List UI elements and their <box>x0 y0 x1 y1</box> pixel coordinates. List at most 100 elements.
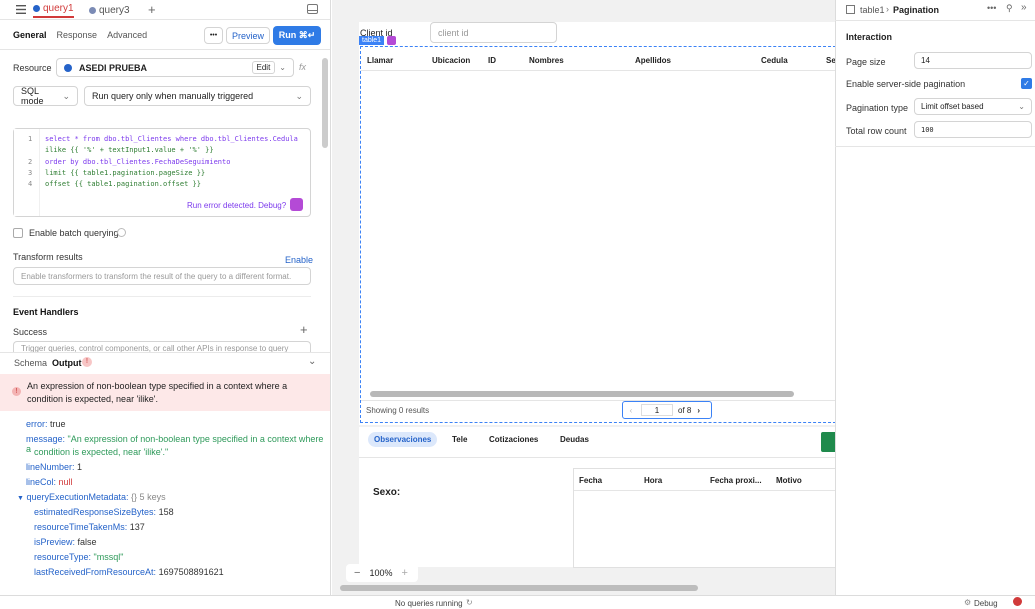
column-header[interactable]: Nombres <box>529 56 564 65</box>
value: 158 <box>158 507 174 517</box>
client-id-input[interactable]: client id <box>430 22 557 43</box>
page-size-label: Page size <box>846 57 886 67</box>
error-indicator-icon: ! <box>82 357 92 367</box>
pagination-type-value: Limit offset based <box>921 102 984 111</box>
value: "mssql" <box>93 552 124 562</box>
resource-select[interactable]: ASEDI PRUEBA Edit ⌄ <box>56 58 294 77</box>
key: isPreview: <box>34 537 76 547</box>
value: 137 <box>129 522 145 532</box>
page-size-input[interactable]: 14 <box>914 52 1032 69</box>
value: null <box>58 477 73 487</box>
add-tab-icon[interactable]: + <box>148 2 156 17</box>
column-header[interactable]: Fecha <box>579 476 602 485</box>
code-line: ilike {{ '%' + textInput1.value + '%' }} <box>45 146 214 154</box>
table-scrollbar[interactable] <box>370 391 794 397</box>
resource-value: ASEDI PRUEBA <box>79 62 148 73</box>
pagination-control[interactable]: ‹ 1 of 8 › <box>622 401 712 419</box>
tab-query3-label: query3 <box>99 4 130 16</box>
code-line: select * from dbo.tbl_Clientes where dbo… <box>45 135 298 143</box>
edit-resource-button[interactable]: Edit <box>251 61 276 74</box>
debug-assistant-icon[interactable] <box>290 198 303 211</box>
more-options-button[interactable]: ••• <box>204 27 223 44</box>
zoom-control: − 100% + <box>346 564 418 582</box>
transform-label: Transform results <box>13 252 83 262</box>
green-button[interactable] <box>821 432 835 452</box>
refresh-icon[interactable]: ↻ <box>466 598 473 607</box>
sub-table[interactable]: Fecha Hora Fecha proxi... Motivo <box>573 468 836 568</box>
table1[interactable] <box>360 46 836 423</box>
scrollbar[interactable] <box>322 58 328 148</box>
ai-icon[interactable] <box>387 36 396 45</box>
menu-icon[interactable] <box>16 5 26 14</box>
transform-placeholder: Enable transformers to transform the res… <box>21 271 292 281</box>
prev-page-icon[interactable]: ‹ <box>623 406 639 415</box>
enable-transform-link[interactable]: Enable <box>285 255 313 265</box>
tab-output[interactable]: Output <box>52 358 82 368</box>
output-row-linenumber: lineNumber: 1 <box>26 462 82 472</box>
zoom-in-icon[interactable]: + <box>401 567 407 579</box>
add-handler-icon[interactable]: + <box>300 322 308 337</box>
collapse-output-icon[interactable]: ⌄ <box>308 356 316 367</box>
pagination-type-select[interactable]: Limit offset based ⌄ <box>914 98 1032 115</box>
tab-query1[interactable]: query1 <box>33 1 74 18</box>
tab-query3[interactable]: query3 <box>89 3 130 17</box>
preview-button[interactable]: Preview <box>226 27 270 44</box>
database-icon <box>33 5 40 12</box>
tab-observaciones[interactable]: Observaciones <box>368 432 438 447</box>
debug-hint-link[interactable]: Run error detected. Debug? <box>187 201 286 210</box>
collapse-panel-icon[interactable] <box>307 4 318 14</box>
subtab-advanced[interactable]: Advanced <box>107 30 147 40</box>
subtab-response[interactable]: Response <box>57 30 98 40</box>
output-row-metadata[interactable]: ▼ queryExecutionMetadata: {} 5 keys <box>17 492 166 502</box>
sql-mode-select[interactable]: SQL mode ⌄ <box>13 86 78 106</box>
page-count: of 8 <box>678 405 692 415</box>
run-button[interactable]: Run ⌘↵ <box>273 26 321 45</box>
key: lastReceivedFromResourceAt: <box>34 567 157 577</box>
zoom-out-icon[interactable]: − <box>354 567 360 579</box>
tab-cotizaciones[interactable]: Cotizaciones <box>489 435 538 444</box>
column-header[interactable]: Cedula <box>761 56 788 65</box>
key: queryExecutionMetadata: <box>26 492 129 502</box>
next-page-icon[interactable]: › <box>697 406 700 415</box>
component-tag[interactable]: table1 <box>359 36 385 45</box>
tab-tele[interactable]: Tele <box>452 435 467 444</box>
line-number: 2 <box>28 158 33 166</box>
line-number: 4 <box>28 180 33 188</box>
debug-button[interactable]: Debug <box>974 599 998 608</box>
transform-field[interactable]: Enable transformers to transform the res… <box>13 267 311 285</box>
divider <box>835 146 1035 147</box>
pin-icon[interactable]: ⚲ <box>1006 3 1013 14</box>
total-row-value: 100 <box>921 125 934 134</box>
code-line: limit {{ table1.pagination.pageSize }} <box>45 169 206 177</box>
column-header[interactable]: ID <box>488 56 496 65</box>
sql-code-editor[interactable]: 1 2 3 4 select * from dbo.tbl_Clientes w… <box>13 128 311 217</box>
column-header[interactable]: Hora <box>644 476 662 485</box>
success-handler-field[interactable]: Trigger queries, control components, or … <box>13 341 311 352</box>
tab-schema[interactable]: Schema <box>14 358 47 368</box>
more-icon[interactable]: ••• <box>987 3 996 13</box>
page-input[interactable]: 1 <box>641 404 673 416</box>
column-header[interactable]: Fecha proxi... <box>710 476 762 485</box>
fx-icon[interactable]: fx <box>299 62 306 72</box>
column-header[interactable]: Llamar <box>367 56 393 65</box>
key: resourceType: <box>34 552 92 562</box>
batch-checkbox[interactable] <box>13 228 23 238</box>
tab-deudas[interactable]: Deudas <box>560 435 589 444</box>
column-header[interactable]: Motivo <box>776 476 802 485</box>
sub-table-header: Fecha Hora Fecha proxi... Motivo <box>574 469 836 491</box>
info-icon <box>117 228 126 237</box>
breadcrumb-parent[interactable]: table1 <box>860 5 885 15</box>
server-side-checkbox[interactable]: ✓ <box>1021 78 1032 89</box>
column-header[interactable]: Ubicacion <box>432 56 470 65</box>
column-header[interactable]: Apellidos <box>635 56 671 65</box>
error-count-icon[interactable] <box>1013 597 1022 606</box>
trigger-select[interactable]: Run query only when manually triggered ⌄ <box>84 86 311 106</box>
output-row-received: lastReceivedFromResourceAt: 169750889162… <box>34 567 224 577</box>
output-row-error: error: true <box>26 419 66 429</box>
total-row-input[interactable]: 100 <box>914 121 1032 138</box>
database-icon <box>89 6 96 14</box>
collapse-inspector-icon[interactable]: » <box>1021 2 1027 13</box>
canvas-scrollbar[interactable] <box>340 585 698 591</box>
subtab-general[interactable]: General <box>13 30 47 40</box>
key: lineCol: <box>26 477 57 487</box>
